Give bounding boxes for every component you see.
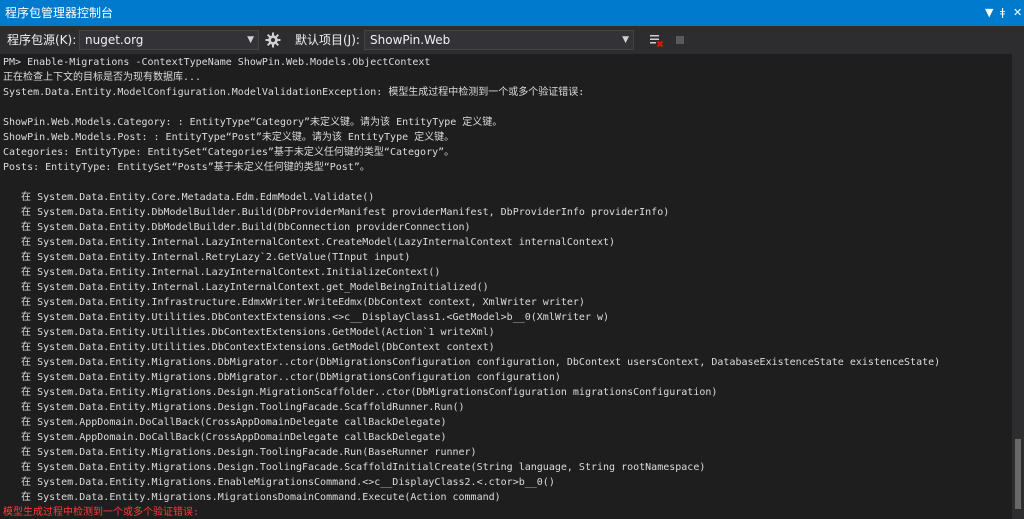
console-line: Posts: EntityType: EntitySet“Posts”基于未定义… bbox=[3, 162, 370, 173]
console-line: 在 System.Data.Entity.Core.Metadata.Edm.E… bbox=[3, 192, 375, 203]
close-icon[interactable]: ✕ bbox=[1013, 5, 1022, 21]
console-line: 在 System.Data.Entity.Utilities.DbContext… bbox=[3, 342, 495, 353]
error-summary-line: 模型生成过程中检测到一个或多个验证错误: bbox=[3, 507, 200, 518]
console-line: 在 System.Data.Entity.Migrations.Migratio… bbox=[3, 492, 501, 503]
console-line: 在 System.Data.Entity.Internal.RetryLazy`… bbox=[3, 252, 411, 263]
chevron-down-icon: ▼ bbox=[247, 35, 254, 45]
package-source-label: 程序包源(K): bbox=[7, 33, 77, 47]
console-line: 在 System.Data.Entity.Migrations.Design.T… bbox=[3, 462, 706, 473]
console-line: 在 System.Data.Entity.Internal.LazyIntern… bbox=[3, 237, 616, 248]
console-line: 在 System.Data.Entity.Utilities.DbContext… bbox=[3, 312, 610, 323]
gear-icon bbox=[265, 32, 281, 48]
clear-console-icon bbox=[650, 35, 664, 48]
console-line: 在 System.Data.Entity.DbModelBuilder.Buil… bbox=[3, 207, 670, 218]
console-line: 正在检查上下文的目标是否为现有数据库... bbox=[3, 72, 202, 83]
console-line: 在 System.Data.Entity.Migrations.EnableMi… bbox=[3, 477, 555, 488]
console-line: ShowPin.Web.Models.Post: : EntityType“Po… bbox=[3, 132, 455, 143]
package-source-value: nuget.org bbox=[85, 33, 144, 47]
console-line: 在 System.AppDomain.DoCallBack(CrossAppDo… bbox=[3, 432, 447, 443]
console-line: 在 System.Data.Entity.Internal.LazyIntern… bbox=[3, 282, 489, 293]
pin-icon[interactable]: ǂ bbox=[1000, 5, 1005, 21]
console-output[interactable]: PM> Enable-Migrations -ContextTypeName S… bbox=[0, 54, 1024, 519]
default-project-label: 默认项目(J): bbox=[295, 33, 360, 47]
console-line: ShowPin.Web.Models.Category: : EntityTyp… bbox=[3, 117, 503, 128]
console-toolbar: 程序包源(K): nuget.org ▼ 默认项目(J): ShowPin.We… bbox=[0, 26, 1024, 54]
console-line: 在 System.Data.Entity.Infrastructure.Edmx… bbox=[3, 297, 585, 308]
console-line: 在 System.Data.Entity.DbModelBuilder.Buil… bbox=[3, 222, 471, 233]
console-line: 在 System.Data.Entity.Migrations.Design.M… bbox=[3, 387, 718, 398]
default-project-value: ShowPin.Web bbox=[370, 33, 451, 47]
console-line: 在 System.Data.Entity.Migrations.Design.T… bbox=[3, 447, 477, 458]
console-line: 在 System.Data.Entity.Internal.LazyIntern… bbox=[3, 267, 441, 278]
settings-button[interactable] bbox=[263, 30, 283, 50]
vertical-scrollbar[interactable] bbox=[1012, 54, 1024, 519]
console-line: Categories: EntityType: EntitySet“Catego… bbox=[3, 147, 455, 158]
console-line: 在 System.Data.Entity.Migrations.DbMigrat… bbox=[3, 372, 561, 383]
default-project-dropdown[interactable]: ShowPin.Web ▼ bbox=[364, 30, 634, 50]
clear-console-button[interactable] bbox=[646, 30, 666, 50]
console-line: 在 System.Data.Entity.Migrations.DbMigrat… bbox=[3, 357, 941, 368]
console-line: 在 System.Data.Entity.Migrations.Design.T… bbox=[3, 402, 465, 413]
console-line: 在 System.AppDomain.DoCallBack(CrossAppDo… bbox=[3, 417, 447, 428]
stop-button[interactable] bbox=[670, 30, 690, 50]
scrollbar-thumb[interactable] bbox=[1015, 439, 1021, 509]
tool-window-title: 程序包管理器控制台 bbox=[5, 6, 114, 20]
console-line: 在 System.Data.Entity.Utilities.DbContext… bbox=[3, 327, 495, 338]
console-line: System.Data.Entity.ModelConfiguration.Mo… bbox=[3, 87, 585, 98]
console-line: PM> Enable-Migrations -ContextTypeName S… bbox=[3, 57, 431, 68]
package-source-dropdown[interactable]: nuget.org ▼ bbox=[79, 30, 259, 50]
tool-window-titlebar: 程序包管理器控制台 ▼ ǂ ✕ bbox=[0, 0, 1024, 26]
window-menu-dropdown-icon[interactable]: ▼ bbox=[985, 5, 993, 21]
chevron-down-icon: ▼ bbox=[622, 35, 629, 45]
stop-icon bbox=[676, 36, 684, 44]
